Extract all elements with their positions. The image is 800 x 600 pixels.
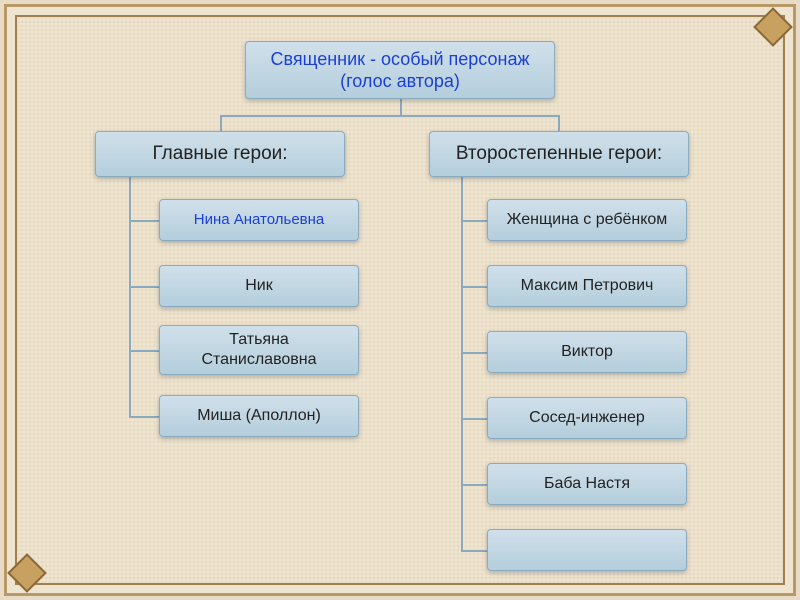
- connector: [461, 220, 487, 222]
- main-hero-label-2: Станиславовна: [201, 350, 316, 370]
- main-hero-node: Татьяна Станиславовна: [159, 325, 359, 375]
- connector: [461, 550, 487, 552]
- connector: [461, 484, 487, 486]
- secondary-hero-node: Женщина с ребёнком: [487, 199, 687, 241]
- connector: [558, 115, 560, 131]
- connector: [220, 115, 560, 117]
- secondary-hero-label: Виктор: [561, 342, 613, 362]
- main-hero-label: Нина Анатольевна: [194, 211, 325, 230]
- main-hero-label: Миша (Аполлон): [197, 406, 321, 426]
- connector: [461, 352, 487, 354]
- secondary-hero-node: Сосед-инженер: [487, 397, 687, 439]
- category-secondary-title: Второстепенные герои:: [456, 142, 662, 166]
- connector: [461, 286, 487, 288]
- secondary-hero-label: Сосед-инженер: [529, 408, 645, 428]
- root-node: Священник - особый персонаж (голос автор…: [245, 41, 555, 99]
- category-secondary-heroes: Второстепенные герои:: [429, 131, 689, 177]
- hierarchy-diagram: Священник - особый персонаж (голос автор…: [17, 27, 783, 583]
- connector: [220, 115, 222, 131]
- connector: [129, 286, 159, 288]
- connector: [129, 350, 159, 352]
- secondary-hero-label: Максим Петрович: [521, 276, 654, 296]
- category-main-title: Главные герои:: [152, 142, 287, 166]
- secondary-hero-label: Баба Настя: [544, 474, 630, 494]
- connector: [461, 177, 463, 551]
- connector: [129, 177, 131, 417]
- inner-frame: Священник - особый персонаж (голос автор…: [15, 15, 785, 585]
- outer-frame: Священник - особый персонаж (голос автор…: [4, 4, 796, 596]
- main-hero-label: Татьяна: [229, 330, 289, 350]
- main-hero-node: Миша (Аполлон): [159, 395, 359, 437]
- category-main-heroes: Главные герои:: [95, 131, 345, 177]
- connector: [129, 220, 159, 222]
- root-line1: Священник - особый персонаж: [270, 48, 529, 71]
- secondary-hero-node: Виктор: [487, 331, 687, 373]
- connector: [129, 416, 159, 418]
- secondary-hero-label: Женщина с ребёнком: [507, 210, 668, 230]
- root-line2: (голос автора): [340, 70, 460, 93]
- main-hero-label: Ник: [245, 276, 273, 296]
- main-hero-node: Ник: [159, 265, 359, 307]
- secondary-hero-node: Максим Петрович: [487, 265, 687, 307]
- main-hero-node: Нина Анатольевна: [159, 199, 359, 241]
- secondary-hero-node: [487, 529, 687, 571]
- connector: [461, 418, 487, 420]
- secondary-hero-node: Баба Настя: [487, 463, 687, 505]
